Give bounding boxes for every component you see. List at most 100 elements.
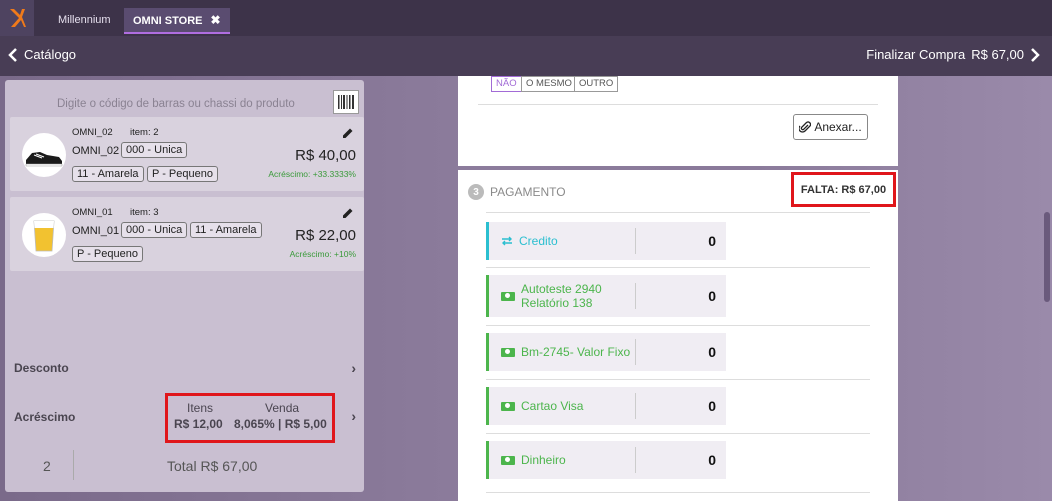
item-name: OMNI_02 — [72, 145, 120, 157]
step-number: 3 — [468, 184, 484, 200]
money-icon — [501, 347, 515, 357]
payment-value[interactable]: 0 — [708, 344, 716, 360]
option-outro[interactable]: OUTRO — [574, 76, 619, 92]
payment-method-credito[interactable]: Credito 0 — [486, 222, 726, 260]
tab-omni-store-label: OMNI STORE — [133, 15, 203, 27]
search-input[interactable]: Digite o código de barras ou chassi do p… — [57, 98, 295, 110]
scrollbar[interactable] — [1044, 212, 1050, 302]
surcharge-row[interactable]: Acréscimo — [14, 410, 75, 424]
itens-label: Itens — [187, 401, 214, 415]
size-chip: 000 - Unica — [121, 222, 188, 238]
tab-omni-store[interactable]: OMNI STORE ✖ — [124, 8, 230, 34]
app-logo[interactable] — [0, 0, 34, 36]
item-code: OMNI_01 — [72, 207, 113, 218]
back-to-catalog-button[interactable]: Catálogo — [8, 47, 76, 62]
payment-value[interactable]: 0 — [708, 233, 716, 249]
money-icon — [501, 455, 515, 465]
credito-label: Credito — [519, 234, 558, 248]
chevron-right-icon[interactable]: › — [351, 360, 356, 376]
item-surcharge: Acréscimo: +10% — [289, 249, 356, 259]
autoteste-label-line2: Relatório 138 — [521, 296, 593, 310]
payment-method-cartao-visa[interactable]: Cartao Visa 0 — [486, 387, 726, 425]
option-o-mesmo[interactable]: O MESMO — [521, 76, 577, 92]
payment-method-label: Cartao Visa — [501, 399, 583, 413]
delivery-card: NÃO O MESMO OUTRO Anexar... — [458, 76, 898, 166]
cart-item[interactable]: OMNI_01 item: 3 OMNI_01 000 - Unica 11 -… — [10, 197, 364, 271]
payment-value[interactable]: 0 — [708, 452, 716, 468]
item-price: R$ 40,00 — [295, 147, 356, 164]
sneaker-icon — [22, 133, 66, 177]
attach-label: Anexar... — [814, 120, 862, 134]
money-icon — [501, 291, 515, 301]
back-label: Catálogo — [24, 47, 77, 62]
finalize-purchase-button[interactable]: Finalizar Compra R$ 67,00 — [866, 47, 1040, 62]
money-icon — [501, 401, 515, 411]
size-desc-chip: P - Pequeno — [72, 246, 143, 262]
chevron-right-icon — [1031, 47, 1040, 62]
payment-value[interactable]: 0 — [708, 398, 716, 414]
divider — [486, 325, 870, 326]
payment-method-autoteste[interactable]: Autoteste 2940 Relatório 138 0 — [486, 275, 726, 317]
close-tab-icon[interactable]: ✖ — [210, 13, 220, 27]
autoteste-label: Autoteste 2940 — [521, 282, 602, 296]
cart-total: Total R$ 67,00 — [167, 458, 258, 474]
tab-millennium[interactable]: Millennium — [58, 8, 111, 32]
divider — [486, 433, 870, 434]
divider — [635, 228, 636, 254]
chevron-right-icon[interactable]: › — [351, 408, 356, 424]
item-count: 2 — [43, 458, 51, 474]
remaining-amount: FALTA: R$ 67,00 — [791, 172, 896, 207]
cart-panel: Digite o código de barras ou chassi do p… — [5, 80, 364, 492]
cart-item[interactable]: OMNI_02 item: 2 OMNI_02 000 - Unica 11 -… — [10, 117, 364, 191]
attach-button[interactable]: Anexar... — [793, 114, 868, 140]
cartao-visa-label: Cartao Visa — [521, 399, 584, 413]
transfer-icon — [502, 236, 512, 246]
size-chip: 000 - Unica — [121, 142, 188, 158]
paperclip-icon — [799, 121, 812, 133]
logo-icon — [10, 9, 26, 27]
payment-method-dinheiro[interactable]: Dinheiro 0 — [486, 441, 726, 479]
payment-method-label: Autoteste 2940 Relatório 138 — [501, 282, 602, 310]
top-bar: Millennium OMNI STORE ✖ — [0, 0, 1052, 36]
barcode-button[interactable] — [333, 90, 359, 114]
beer-glass-icon — [22, 213, 66, 257]
payment-card: 3 PAGAMENTO FALTA: R$ 67,00 Credito 0 Au… — [458, 170, 898, 501]
finalize-amount: R$ 67,00 — [971, 47, 1024, 62]
edit-icon[interactable] — [342, 127, 354, 142]
item-number: item: 2 — [130, 127, 159, 138]
item-code: OMNI_02 — [72, 127, 113, 138]
divider — [486, 379, 870, 380]
venda-label: Venda — [265, 401, 300, 415]
payment-value[interactable]: 0 — [708, 288, 716, 304]
chevron-left-icon — [8, 47, 17, 62]
size-desc-chip: P - Pequeno — [147, 166, 218, 182]
item-name: OMNI_01 — [72, 225, 120, 237]
barcode-icon — [338, 95, 354, 109]
divider — [635, 283, 636, 309]
divider — [486, 212, 870, 213]
venda-value: 8,065% | R$ 5,00 — [234, 417, 327, 431]
color-chip: 11 - Amarela — [190, 222, 262, 238]
divider — [486, 492, 870, 493]
payment-header: 3 PAGAMENTO — [468, 184, 566, 200]
surcharge-summary: Itens Venda R$ 12,00 8,065% | R$ 5,00 — [165, 393, 335, 443]
payment-method-bm-2745[interactable]: Bm-2745- Valor Fixo 0 — [486, 333, 726, 371]
item-surcharge: Acréscimo: +33.3333% — [268, 169, 356, 179]
divider — [486, 267, 870, 268]
finalize-label: Finalizar Compra — [866, 47, 966, 62]
payment-method-label: Bm-2745- Valor Fixo — [501, 345, 630, 359]
color-chip: 11 - Amarela — [72, 166, 144, 182]
bm-2745-label: Bm-2745- Valor Fixo — [521, 345, 631, 359]
divider — [635, 447, 636, 473]
divider — [478, 104, 878, 105]
option-nao[interactable]: NÃO — [491, 76, 522, 92]
divider — [635, 339, 636, 365]
nav-bar: Catálogo Finalizar Compra R$ 67,00 — [0, 36, 1052, 76]
discount-row[interactable]: Desconto — [14, 361, 69, 375]
item-number: item: 3 — [130, 207, 159, 218]
edit-icon[interactable] — [342, 207, 354, 222]
payment-method-label: Credito — [501, 234, 558, 248]
barcode-search[interactable]: Digite o código de barras ou chassi do p… — [5, 86, 364, 118]
divider — [635, 393, 636, 419]
divider — [73, 450, 74, 480]
